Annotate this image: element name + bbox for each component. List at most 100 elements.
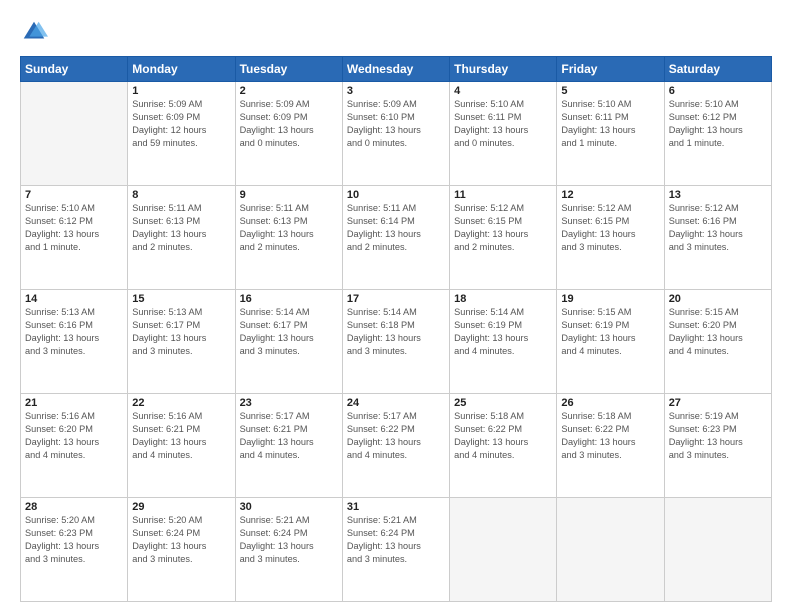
day-number: 19 [561, 293, 659, 305]
day-number: 3 [347, 85, 445, 97]
logo [20, 18, 52, 46]
calendar-cell: 28Sunrise: 5:20 AM Sunset: 6:23 PM Dayli… [21, 498, 128, 602]
calendar-cell: 8Sunrise: 5:11 AM Sunset: 6:13 PM Daylig… [128, 186, 235, 290]
day-info: Sunrise: 5:12 AM Sunset: 6:16 PM Dayligh… [669, 202, 767, 254]
calendar-cell: 29Sunrise: 5:20 AM Sunset: 6:24 PM Dayli… [128, 498, 235, 602]
calendar-week-row: 7Sunrise: 5:10 AM Sunset: 6:12 PM Daylig… [21, 186, 772, 290]
day-number: 9 [240, 189, 338, 201]
day-info: Sunrise: 5:09 AM Sunset: 6:10 PM Dayligh… [347, 98, 445, 150]
day-number: 25 [454, 397, 552, 409]
calendar-table: Sunday Monday Tuesday Wednesday Thursday… [20, 56, 772, 602]
day-info: Sunrise: 5:14 AM Sunset: 6:18 PM Dayligh… [347, 306, 445, 358]
calendar-cell: 4Sunrise: 5:10 AM Sunset: 6:11 PM Daylig… [450, 82, 557, 186]
day-number: 15 [132, 293, 230, 305]
day-info: Sunrise: 5:20 AM Sunset: 6:23 PM Dayligh… [25, 514, 123, 566]
day-number: 1 [132, 85, 230, 97]
day-number: 16 [240, 293, 338, 305]
calendar-cell: 16Sunrise: 5:14 AM Sunset: 6:17 PM Dayli… [235, 290, 342, 394]
calendar-cell: 2Sunrise: 5:09 AM Sunset: 6:09 PM Daylig… [235, 82, 342, 186]
day-number: 26 [561, 397, 659, 409]
header-wednesday: Wednesday [342, 57, 449, 82]
day-info: Sunrise: 5:10 AM Sunset: 6:12 PM Dayligh… [25, 202, 123, 254]
day-info: Sunrise: 5:15 AM Sunset: 6:19 PM Dayligh… [561, 306, 659, 358]
calendar-cell: 22Sunrise: 5:16 AM Sunset: 6:21 PM Dayli… [128, 394, 235, 498]
calendar-cell: 13Sunrise: 5:12 AM Sunset: 6:16 PM Dayli… [664, 186, 771, 290]
day-info: Sunrise: 5:21 AM Sunset: 6:24 PM Dayligh… [347, 514, 445, 566]
day-info: Sunrise: 5:18 AM Sunset: 6:22 PM Dayligh… [454, 410, 552, 462]
day-info: Sunrise: 5:15 AM Sunset: 6:20 PM Dayligh… [669, 306, 767, 358]
day-info: Sunrise: 5:19 AM Sunset: 6:23 PM Dayligh… [669, 410, 767, 462]
day-info: Sunrise: 5:10 AM Sunset: 6:11 PM Dayligh… [561, 98, 659, 150]
calendar-week-row: 21Sunrise: 5:16 AM Sunset: 6:20 PM Dayli… [21, 394, 772, 498]
day-info: Sunrise: 5:11 AM Sunset: 6:13 PM Dayligh… [240, 202, 338, 254]
calendar-cell: 7Sunrise: 5:10 AM Sunset: 6:12 PM Daylig… [21, 186, 128, 290]
calendar-cell: 30Sunrise: 5:21 AM Sunset: 6:24 PM Dayli… [235, 498, 342, 602]
calendar-cell: 15Sunrise: 5:13 AM Sunset: 6:17 PM Dayli… [128, 290, 235, 394]
header-saturday: Saturday [664, 57, 771, 82]
calendar-cell: 27Sunrise: 5:19 AM Sunset: 6:23 PM Dayli… [664, 394, 771, 498]
day-number: 20 [669, 293, 767, 305]
day-info: Sunrise: 5:17 AM Sunset: 6:21 PM Dayligh… [240, 410, 338, 462]
day-number: 8 [132, 189, 230, 201]
header-sunday: Sunday [21, 57, 128, 82]
page: Sunday Monday Tuesday Wednesday Thursday… [0, 0, 792, 612]
day-info: Sunrise: 5:16 AM Sunset: 6:21 PM Dayligh… [132, 410, 230, 462]
calendar-cell [450, 498, 557, 602]
day-number: 5 [561, 85, 659, 97]
calendar-cell: 26Sunrise: 5:18 AM Sunset: 6:22 PM Dayli… [557, 394, 664, 498]
calendar-cell [664, 498, 771, 602]
day-number: 18 [454, 293, 552, 305]
day-number: 22 [132, 397, 230, 409]
calendar-week-row: 14Sunrise: 5:13 AM Sunset: 6:16 PM Dayli… [21, 290, 772, 394]
day-info: Sunrise: 5:13 AM Sunset: 6:16 PM Dayligh… [25, 306, 123, 358]
calendar-cell [21, 82, 128, 186]
day-number: 21 [25, 397, 123, 409]
calendar-cell: 10Sunrise: 5:11 AM Sunset: 6:14 PM Dayli… [342, 186, 449, 290]
day-number: 2 [240, 85, 338, 97]
day-info: Sunrise: 5:12 AM Sunset: 6:15 PM Dayligh… [561, 202, 659, 254]
header-tuesday: Tuesday [235, 57, 342, 82]
calendar-cell: 5Sunrise: 5:10 AM Sunset: 6:11 PM Daylig… [557, 82, 664, 186]
day-info: Sunrise: 5:20 AM Sunset: 6:24 PM Dayligh… [132, 514, 230, 566]
day-number: 14 [25, 293, 123, 305]
calendar-cell: 11Sunrise: 5:12 AM Sunset: 6:15 PM Dayli… [450, 186, 557, 290]
calendar-cell: 31Sunrise: 5:21 AM Sunset: 6:24 PM Dayli… [342, 498, 449, 602]
day-number: 30 [240, 501, 338, 513]
header [20, 18, 772, 46]
day-info: Sunrise: 5:11 AM Sunset: 6:14 PM Dayligh… [347, 202, 445, 254]
calendar-cell: 25Sunrise: 5:18 AM Sunset: 6:22 PM Dayli… [450, 394, 557, 498]
day-info: Sunrise: 5:09 AM Sunset: 6:09 PM Dayligh… [240, 98, 338, 150]
header-friday: Friday [557, 57, 664, 82]
calendar-cell: 3Sunrise: 5:09 AM Sunset: 6:10 PM Daylig… [342, 82, 449, 186]
day-number: 29 [132, 501, 230, 513]
calendar-cell: 23Sunrise: 5:17 AM Sunset: 6:21 PM Dayli… [235, 394, 342, 498]
day-number: 17 [347, 293, 445, 305]
calendar-cell: 1Sunrise: 5:09 AM Sunset: 6:09 PM Daylig… [128, 82, 235, 186]
day-number: 13 [669, 189, 767, 201]
day-info: Sunrise: 5:18 AM Sunset: 6:22 PM Dayligh… [561, 410, 659, 462]
calendar-cell: 9Sunrise: 5:11 AM Sunset: 6:13 PM Daylig… [235, 186, 342, 290]
day-info: Sunrise: 5:17 AM Sunset: 6:22 PM Dayligh… [347, 410, 445, 462]
calendar-cell: 12Sunrise: 5:12 AM Sunset: 6:15 PM Dayli… [557, 186, 664, 290]
day-info: Sunrise: 5:16 AM Sunset: 6:20 PM Dayligh… [25, 410, 123, 462]
day-number: 23 [240, 397, 338, 409]
day-number: 24 [347, 397, 445, 409]
day-info: Sunrise: 5:13 AM Sunset: 6:17 PM Dayligh… [132, 306, 230, 358]
day-number: 12 [561, 189, 659, 201]
day-info: Sunrise: 5:21 AM Sunset: 6:24 PM Dayligh… [240, 514, 338, 566]
day-info: Sunrise: 5:11 AM Sunset: 6:13 PM Dayligh… [132, 202, 230, 254]
calendar-week-row: 1 Sunrise: 5:09 AM Sunset: 6:09 PM Daylig… [21, 82, 772, 186]
calendar-cell [557, 498, 664, 602]
calendar-cell: 18Sunrise: 5:14 AM Sunset: 6:19 PM Dayli… [450, 290, 557, 394]
calendar-cell: 14Sunrise: 5:13 AM Sunset: 6:16 PM Dayli… [21, 290, 128, 394]
day-info: Sunrise: 5:14 AM Sunset: 6:17 PM Dayligh… [240, 306, 338, 358]
day-number: 6 [669, 85, 767, 97]
day-number: 11 [454, 189, 552, 201]
weekday-header-row: Sunday Monday Tuesday Wednesday Thursday… [21, 57, 772, 82]
day-number: 27 [669, 397, 767, 409]
day-number: 7 [25, 189, 123, 201]
logo-icon [20, 18, 48, 46]
calendar-cell: 6Sunrise: 5:10 AM Sunset: 6:12 PM Daylig… [664, 82, 771, 186]
day-info: Sunrise: 5:12 AM Sunset: 6:15 PM Dayligh… [454, 202, 552, 254]
day-info: Sunrise: 5:10 AM Sunset: 6:11 PM Dayligh… [454, 98, 552, 150]
